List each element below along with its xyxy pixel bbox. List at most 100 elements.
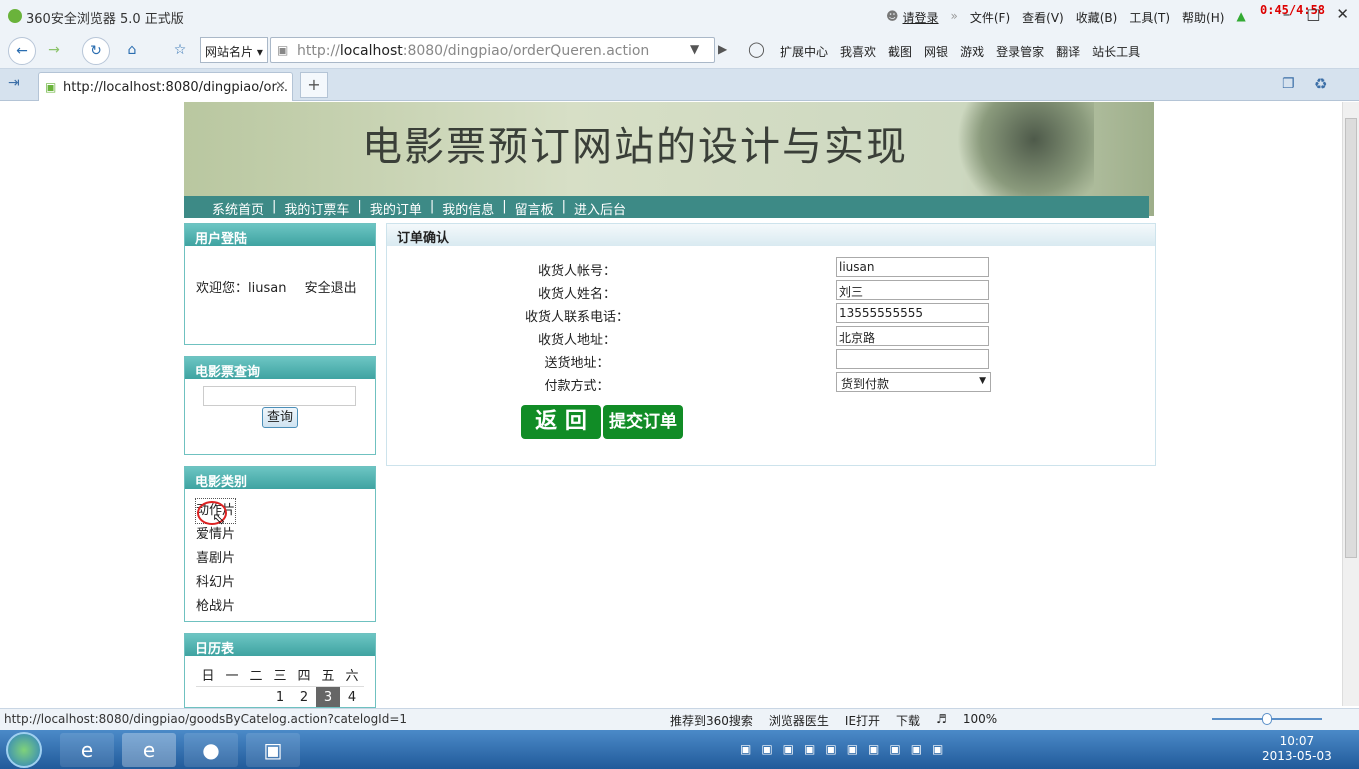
ie-open-button[interactable]: IE打开 bbox=[845, 712, 880, 729]
home-icon[interactable]: ⌂ bbox=[118, 37, 146, 65]
mouse-cursor-icon: ⬁ bbox=[212, 509, 226, 528]
ie-taskbar-icon[interactable]: e bbox=[60, 733, 114, 767]
games-button[interactable]: 游戏 bbox=[960, 43, 984, 60]
search-input[interactable] bbox=[203, 386, 356, 406]
start-button[interactable] bbox=[6, 732, 42, 768]
category-item-comedy[interactable]: 喜剧片 bbox=[196, 547, 235, 571]
status-bar: http://localhost:8080/dingpiao/goodsByCa… bbox=[0, 708, 1359, 730]
toolbar-tools: 扩展中心 我喜欢 截图 网银 游戏 登录管家 翻译 站长工具 bbox=[780, 43, 1140, 60]
field-row-delivery: 送货地址： bbox=[387, 349, 1155, 371]
field-row-payment: 付款方式： 货到付款 ▼ bbox=[387, 372, 1155, 394]
translate-button[interactable]: 翻译 bbox=[1056, 43, 1080, 60]
360-browser-taskbar-icon[interactable]: e bbox=[122, 733, 176, 767]
like-button[interactable]: 我喜欢 bbox=[840, 43, 876, 60]
close-icon[interactable]: ✕ bbox=[1336, 5, 1349, 23]
login-link[interactable]: 请登录 bbox=[903, 9, 939, 26]
payment-select[interactable]: 货到付款 ▼ bbox=[836, 372, 991, 392]
restore-icon[interactable]: □ bbox=[1306, 5, 1320, 23]
minimize-icon[interactable]: – bbox=[1283, 5, 1291, 23]
back-button[interactable]: 返 回 bbox=[521, 405, 601, 439]
back-icon[interactable]: ← bbox=[8, 37, 36, 65]
menu-guestbook[interactable]: 留言板 bbox=[515, 199, 554, 218]
download-button[interactable]: 下载 bbox=[896, 712, 920, 729]
refresh-icon[interactable]: ↻ bbox=[82, 37, 110, 65]
extension-center-button[interactable]: 扩展中心 bbox=[780, 43, 828, 60]
calendar-day[interactable]: 2 bbox=[292, 686, 316, 707]
site-card-dropdown[interactable]: 网站名片 ▾ bbox=[200, 37, 268, 63]
eclipse-taskbar-icon[interactable]: ● bbox=[184, 733, 238, 767]
favorite-star-icon[interactable]: ☆ bbox=[166, 37, 194, 65]
search-box-title: 电影票查询 bbox=[185, 357, 375, 380]
new-tab-icon[interactable]: + bbox=[300, 72, 328, 98]
delivery-address-input[interactable] bbox=[836, 349, 989, 369]
submit-order-button[interactable]: 提交订单 bbox=[603, 405, 683, 439]
forward-icon[interactable]: → bbox=[40, 37, 68, 65]
field-row-phone: 收货人联系电话： 13555555555 bbox=[387, 303, 1155, 325]
title-bar: 360安全浏览器 5.0 正式版 ☻ 请登录 » 文件(F) 查看(V) 收藏(… bbox=[0, 0, 1359, 33]
sidebar-toggle-icon[interactable]: ⇥ bbox=[8, 75, 20, 91]
name-label: 收货人姓名： bbox=[537, 287, 616, 302]
account-input[interactable]: liusan bbox=[836, 257, 989, 277]
skin-icon[interactable]: ▲ bbox=[1236, 9, 1245, 26]
webmaster-tools-button[interactable]: 站长工具 bbox=[1092, 43, 1140, 60]
shield-icon[interactable]: ◯ bbox=[748, 40, 765, 58]
navigation-bar: ← → ↻ ⌂ ☆ 网站名片 ▾ ▣ http://localhost:8080… bbox=[0, 33, 1359, 69]
page-icon: ▣ bbox=[277, 43, 289, 57]
menu-help[interactable]: 帮助(H) bbox=[1182, 9, 1224, 26]
volume-icon[interactable]: ♬ bbox=[936, 712, 947, 729]
window-title: 360安全浏览器 5.0 正式版 bbox=[26, 12, 184, 27]
site-title: 电影票预订网站的设计与实现 bbox=[362, 124, 908, 170]
menu-profile[interactable]: 我的信息 bbox=[442, 199, 494, 218]
recommend-360-button[interactable]: 推荐到360搜索 bbox=[670, 712, 753, 729]
calendar-day bbox=[220, 686, 244, 707]
go-icon[interactable]: ▶ bbox=[718, 42, 727, 56]
menu-separator-icon: » bbox=[950, 9, 958, 23]
login-box: 用户登陆 欢迎您：liusan 安全退出 bbox=[184, 223, 376, 345]
menu-favorites[interactable]: 收藏(B) bbox=[1076, 9, 1118, 26]
vertical-scrollbar[interactable] bbox=[1342, 102, 1359, 706]
clock[interactable]: 10:07 2013-05-03 bbox=[1262, 734, 1332, 764]
menu-admin[interactable]: 进入后台 bbox=[574, 199, 626, 218]
site-menu: 系统首页 | 我的订票车 | 我的订单 | 我的信息 | 留言板 | 进入后台 bbox=[184, 196, 1149, 218]
banner-image bbox=[944, 102, 1094, 196]
calendar-day[interactable]: 1 bbox=[268, 686, 292, 707]
tab-current[interactable]: ▣ http://localhost:8080/dingpiao/or... ✕ bbox=[38, 72, 293, 101]
menu-home[interactable]: 系统首页 bbox=[212, 199, 264, 218]
delivery-address-label: 送货地址： bbox=[544, 356, 610, 371]
address-input[interactable]: 北京路 bbox=[836, 326, 989, 346]
tab-close-icon[interactable]: ✕ bbox=[275, 79, 286, 94]
clock-date: 2013-05-03 bbox=[1262, 749, 1332, 763]
restore-tabs-icon[interactable]: ❐ bbox=[1282, 76, 1295, 92]
order-confirm-title: 订单确认 bbox=[387, 224, 1155, 246]
search-button[interactable]: 查询 bbox=[262, 407, 298, 428]
browser-doctor-button[interactable]: 浏览器医生 bbox=[769, 712, 829, 729]
menu-file[interactable]: 文件(F) bbox=[970, 9, 1010, 26]
name-input[interactable]: 刘三 bbox=[836, 280, 989, 300]
online-bank-button[interactable]: 网银 bbox=[924, 43, 948, 60]
menu-orders[interactable]: 我的订单 bbox=[370, 199, 422, 218]
address-dropdown-icon[interactable]: ▼ bbox=[690, 42, 699, 56]
phone-label: 收货人联系电话： bbox=[524, 310, 629, 325]
toolbox-taskbar-icon[interactable]: ▣ bbox=[246, 733, 300, 767]
weekday: 四 bbox=[292, 664, 316, 687]
menu-cart[interactable]: 我的订票车 bbox=[284, 199, 349, 218]
zoom-slider-thumb[interactable] bbox=[1262, 713, 1272, 725]
screenshot-button[interactable]: 截图 bbox=[888, 43, 912, 60]
phone-input[interactable]: 13555555555 bbox=[836, 303, 989, 323]
category-item-scifi[interactable]: 科幻片 bbox=[196, 571, 235, 595]
login-box-title: 用户登陆 bbox=[185, 224, 375, 247]
calendar-today[interactable]: 3 bbox=[316, 686, 340, 707]
logout-link[interactable]: 安全退出 bbox=[305, 281, 357, 296]
zoom-level[interactable]: 100% bbox=[963, 712, 997, 729]
menu-tools[interactable]: 工具(T) bbox=[1129, 9, 1170, 26]
calendar-day[interactable]: 4 bbox=[340, 686, 364, 707]
category-item-gunfight[interactable]: 枪战片 bbox=[196, 595, 235, 619]
scrollbar-thumb[interactable] bbox=[1345, 118, 1357, 558]
address-bar[interactable]: ▣ http://localhost:8080/dingpiao/orderQu… bbox=[270, 37, 715, 63]
trash-icon[interactable]: ♻ bbox=[1314, 75, 1327, 93]
browser-logo-icon bbox=[8, 9, 22, 23]
menu-view[interactable]: 查看(V) bbox=[1022, 9, 1064, 26]
category-box: 电影类别 动作片 爱情片 喜剧片 科幻片 枪战片 ⬁ bbox=[184, 466, 376, 622]
login-manager-button[interactable]: 登录管家 bbox=[996, 43, 1044, 60]
tray-icons[interactable]: ▣▣▣▣▣▣▣▣▣▣ bbox=[740, 742, 953, 756]
